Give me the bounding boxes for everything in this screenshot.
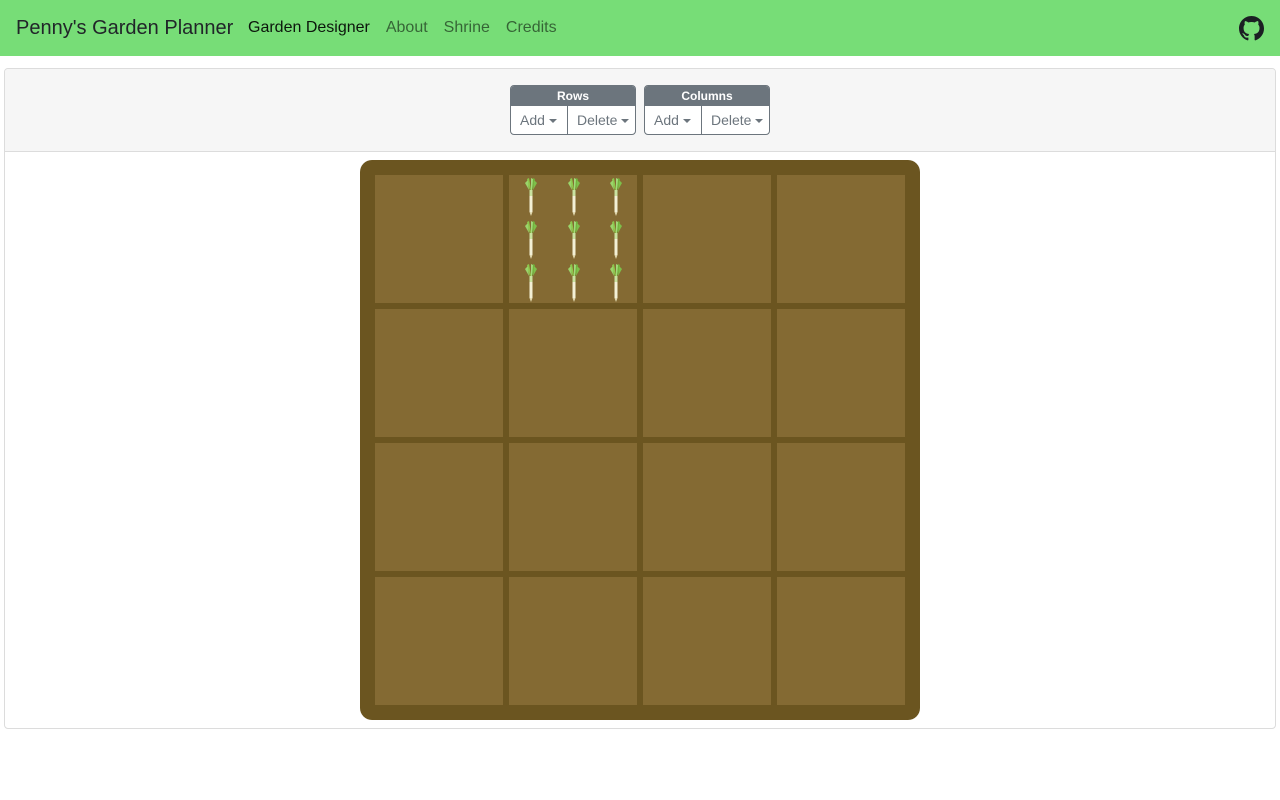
garden-bed <box>360 160 920 720</box>
garden-plot[interactable] <box>777 175 905 303</box>
columns-title: Columns <box>645 86 769 106</box>
garden-plot[interactable] <box>509 577 637 705</box>
leek-plant-icon <box>606 177 626 217</box>
leek-plant-icon <box>606 220 626 260</box>
chevron-down-icon <box>755 119 764 123</box>
columns-delete-button[interactable]: Delete <box>701 106 769 134</box>
navbar: Penny's Garden Planner Garden Designer A… <box>0 0 1280 56</box>
chevron-down-icon <box>548 119 557 123</box>
leek-plant-icon <box>564 177 584 217</box>
nav-link-credits[interactable]: Credits <box>506 0 557 56</box>
garden-plot[interactable] <box>643 443 771 571</box>
rows-delete-button[interactable]: Delete <box>567 106 635 134</box>
columns-add-label: Add <box>654 112 679 128</box>
nav-link-shrine[interactable]: Shrine <box>444 0 490 56</box>
rows-delete-label: Delete <box>577 112 618 128</box>
garden-plot[interactable] <box>509 443 637 571</box>
chevron-down-icon <box>621 119 630 123</box>
garden-plot[interactable] <box>777 577 905 705</box>
columns-control-group: Columns Add Delete <box>644 85 770 135</box>
nav-link-garden-designer[interactable]: Garden Designer <box>248 0 370 56</box>
rows-title: Rows <box>511 86 635 106</box>
rows-add-button[interactable]: Add <box>511 106 567 134</box>
garden-plot[interactable] <box>643 175 771 303</box>
garden-plot[interactable] <box>777 309 905 437</box>
leek-plant-icon <box>606 263 626 303</box>
leek-plant-icon <box>521 177 541 217</box>
leek-plant-icon <box>521 263 541 303</box>
columns-delete-label: Delete <box>711 112 752 128</box>
garden-plot[interactable] <box>509 309 637 437</box>
controls-toolbar: Rows Add Delete Columns Add Delete <box>5 69 1275 152</box>
rows-add-label: Add <box>520 112 545 128</box>
nav-link-about[interactable]: About <box>386 0 428 56</box>
garden-plot[interactable] <box>375 309 503 437</box>
garden-plot[interactable] <box>375 443 503 571</box>
garden-plot[interactable] <box>375 577 503 705</box>
rows-control-group: Rows Add Delete <box>510 85 636 135</box>
garden-plot[interactable] <box>643 577 771 705</box>
leek-plant-icon <box>521 220 541 260</box>
garden-plot[interactable] <box>509 175 637 303</box>
brand-title[interactable]: Penny's Garden Planner <box>16 0 233 56</box>
columns-add-button[interactable]: Add <box>645 106 701 134</box>
github-icon[interactable] <box>1239 16 1264 41</box>
leek-plant-icon <box>564 263 584 303</box>
garden-plot[interactable] <box>375 175 503 303</box>
leek-plant-icon <box>564 220 584 260</box>
garden-card: Rows Add Delete Columns Add Delete <box>4 68 1276 729</box>
garden-plot[interactable] <box>777 443 905 571</box>
nav-links: Garden Designer About Shrine Credits <box>248 0 573 56</box>
garden-plot[interactable] <box>643 309 771 437</box>
chevron-down-icon <box>682 119 691 123</box>
